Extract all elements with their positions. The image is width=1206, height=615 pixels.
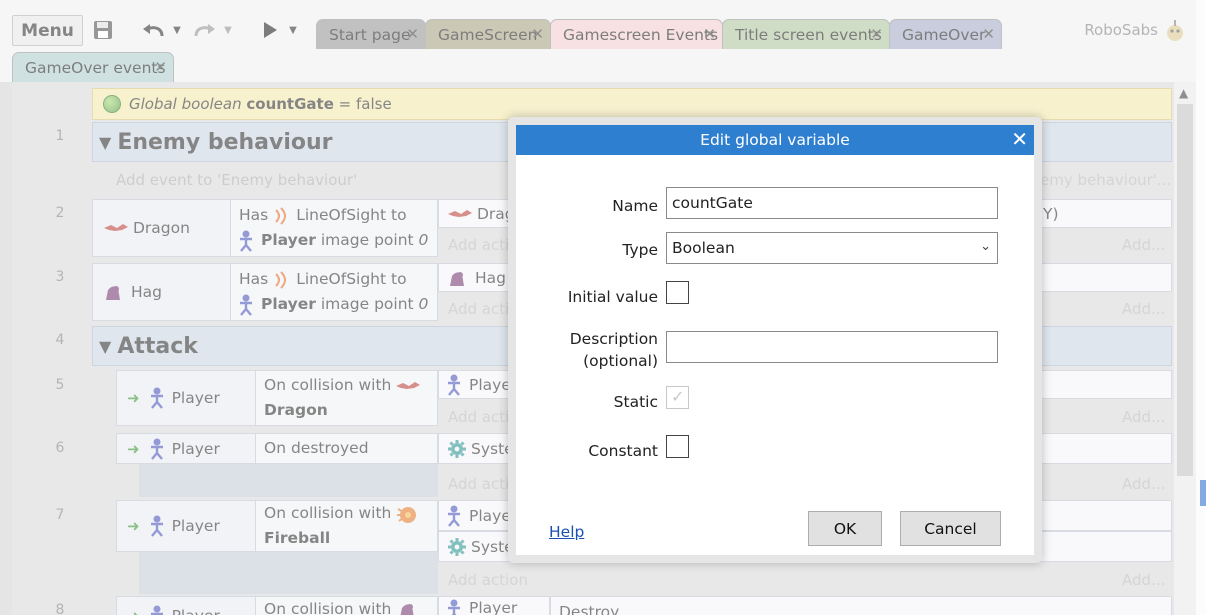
description-label: Description — [569, 330, 658, 348]
edit-global-variable-dialog: Edit global variable ✕ Name countGate Ty… — [516, 125, 1034, 555]
ok-button[interactable]: OK — [808, 511, 882, 546]
constant-label: Constant — [588, 442, 658, 460]
help-link[interactable]: Help — [549, 523, 584, 541]
chevron-down-icon: ⌄ — [980, 239, 991, 254]
dialog-frame: Edit global variable ✕ Name countGate Ty… — [508, 117, 1042, 563]
static-checkbox[interactable]: ✓ — [666, 386, 689, 409]
dialog-title-bar[interactable]: Edit global variable ✕ — [516, 125, 1034, 155]
close-icon[interactable]: ✕ — [1011, 127, 1028, 151]
initial-value-checkbox[interactable] — [666, 281, 689, 304]
name-input[interactable]: countGate — [666, 187, 998, 219]
checkmark-icon: ✓ — [671, 387, 685, 406]
description-optional-label: (optional) — [583, 352, 658, 370]
cancel-button[interactable]: Cancel — [900, 511, 1001, 546]
type-selected-value: Boolean — [672, 239, 735, 257]
constant-checkbox[interactable] — [666, 435, 689, 458]
static-label: Static — [613, 393, 658, 411]
name-label: Name — [612, 197, 658, 215]
dialog-title: Edit global variable — [700, 131, 850, 149]
initial-value-label: Initial value — [567, 288, 658, 306]
type-select[interactable]: Boolean ⌄ — [666, 232, 998, 264]
type-label: Type — [622, 241, 658, 259]
description-input[interactable] — [666, 331, 998, 363]
